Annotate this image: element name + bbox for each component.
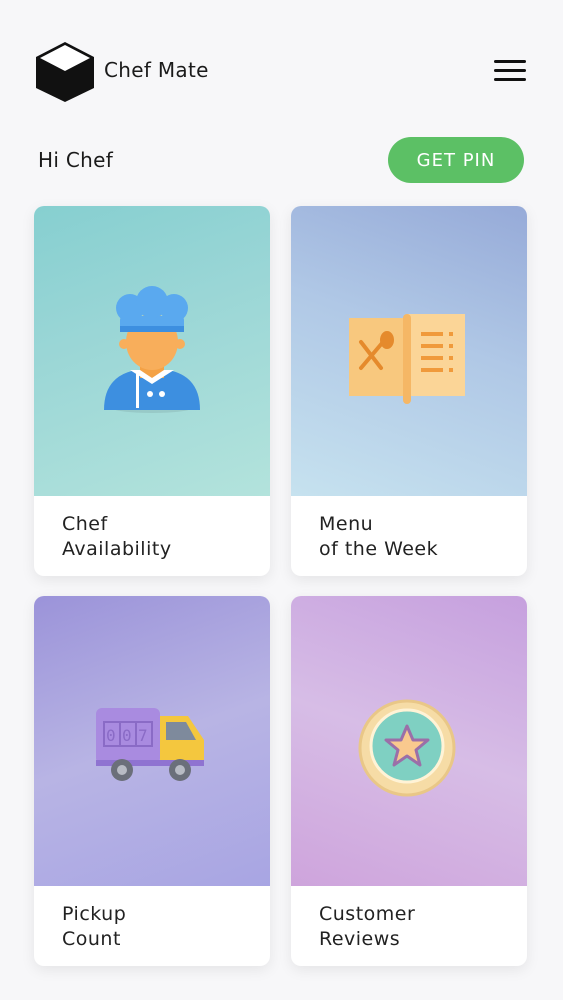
- app-header: Chef Mate: [0, 0, 563, 130]
- card-illustration: 0 0 7: [34, 596, 270, 886]
- delivery-truck-icon: 0 0 7: [96, 708, 204, 781]
- card-label-line1: Menu: [319, 513, 374, 535]
- menu-book-icon: [349, 314, 465, 404]
- pickup-count-card[interactable]: 0 0 7 Pickup Count: [34, 596, 270, 966]
- hamburger-menu-icon[interactable]: [494, 58, 528, 84]
- card-label-line1: Chef: [62, 513, 108, 535]
- card-label-line2: of the Week: [319, 538, 439, 560]
- card-illustration: [291, 596, 527, 886]
- card-label: Chef Availability: [62, 512, 172, 562]
- app-title: Chef Mate: [104, 58, 209, 82]
- card-label-line1: Pickup: [62, 903, 127, 925]
- svg-text:7: 7: [138, 726, 148, 745]
- menu-of-the-week-card[interactable]: Menu of the Week: [291, 206, 527, 576]
- get-pin-button[interactable]: GET PIN: [388, 137, 524, 183]
- customer-reviews-card[interactable]: Customer Reviews: [291, 596, 527, 966]
- svg-text:0: 0: [106, 726, 116, 745]
- card-label-line2: Reviews: [319, 928, 401, 950]
- chef-icon: [104, 286, 200, 413]
- svg-text:0: 0: [122, 726, 132, 745]
- greeting-text: Hi Chef: [38, 148, 114, 172]
- card-label-line2: Count: [62, 928, 121, 950]
- star-badge-icon: [358, 699, 456, 797]
- chef-availability-card[interactable]: Chef Availability: [34, 206, 270, 576]
- cube-logo-icon[interactable]: [34, 40, 96, 104]
- card-illustration: [34, 206, 270, 496]
- card-label-line2: Availability: [62, 538, 172, 560]
- card-illustration: [291, 206, 527, 496]
- card-label-line1: Customer: [319, 903, 416, 925]
- card-label: Pickup Count: [62, 902, 126, 952]
- card-label: Customer Reviews: [319, 902, 415, 952]
- card-label: Menu of the Week: [319, 512, 438, 562]
